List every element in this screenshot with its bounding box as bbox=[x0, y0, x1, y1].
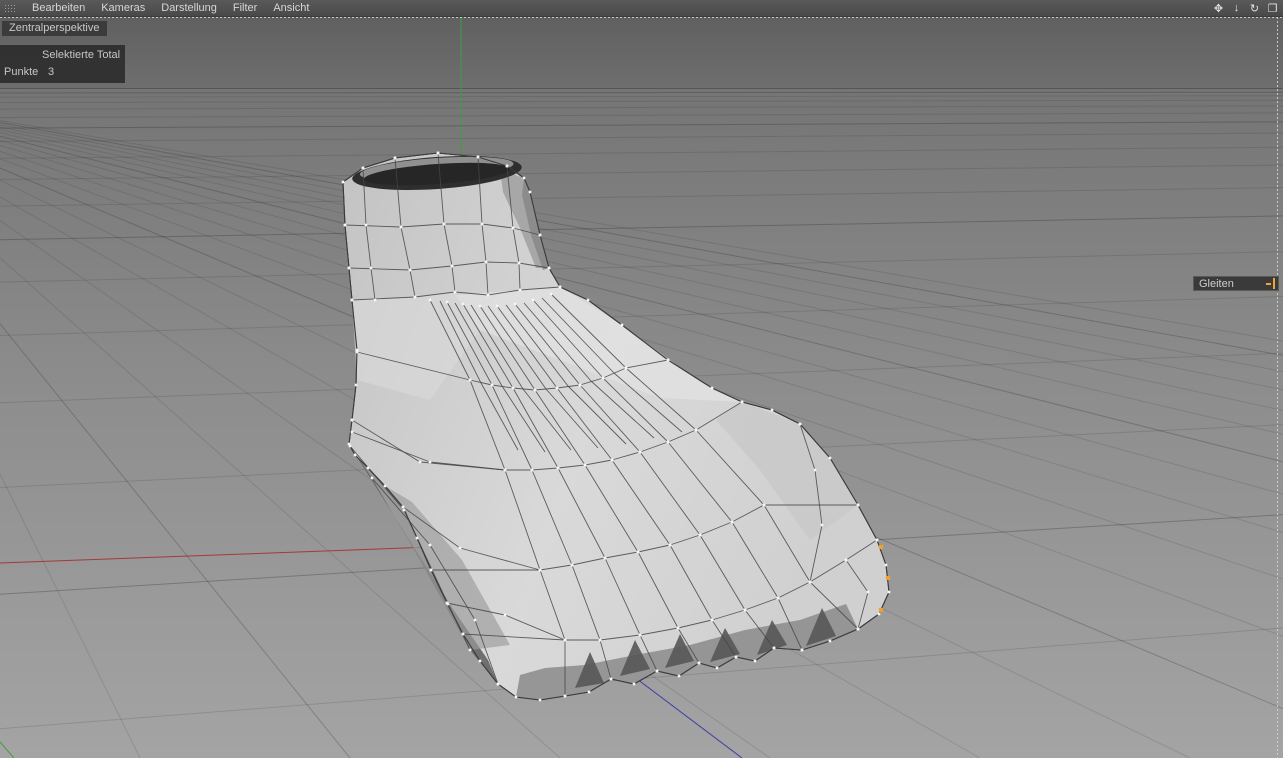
pan-view-icon[interactable]: ✥ bbox=[1211, 2, 1226, 15]
rotate-view-icon[interactable]: ↻ bbox=[1247, 2, 1262, 15]
menu-filter[interactable]: Filter bbox=[225, 1, 265, 16]
menu-darstellung[interactable]: Darstellung bbox=[153, 1, 225, 16]
menubar-grip-icon[interactable] bbox=[4, 3, 17, 13]
selection-hud-row-value: 3 bbox=[48, 66, 55, 78]
menu-bearbeiten[interactable]: Bearbeiten bbox=[24, 1, 93, 16]
tool-hint: Gleiten bbox=[1193, 276, 1279, 291]
viewport-canvas[interactable] bbox=[0, 17, 1283, 758]
application-window: Bearbeiten Kameras Darstellung Filter An… bbox=[0, 0, 1283, 758]
sky-background bbox=[0, 17, 1283, 88]
dolly-view-icon[interactable]: ↓ bbox=[1229, 2, 1244, 14]
menu-kameras[interactable]: Kameras bbox=[93, 1, 153, 16]
tool-hint-label: Gleiten bbox=[1199, 277, 1234, 290]
menu-ansicht[interactable]: Ansicht bbox=[265, 1, 317, 16]
selection-hud-row-label: Punkte bbox=[4, 66, 39, 78]
selection-hud-row: Punkte 3 bbox=[4, 66, 121, 78]
camera-label[interactable]: Zentralperspektive bbox=[2, 21, 107, 36]
viewport-3d[interactable]: Zentralperspektive Selektierte Total Pun… bbox=[0, 17, 1283, 758]
selection-hud: Selektierte Total Punkte 3 bbox=[0, 45, 125, 83]
viewport-menubar: Bearbeiten Kameras Darstellung Filter An… bbox=[0, 0, 1283, 17]
selection-hud-header: Selektierte Total bbox=[42, 49, 121, 61]
toggle-view-icon[interactable]: ❐ bbox=[1265, 2, 1280, 15]
tool-hint-cursor-icon bbox=[1264, 278, 1275, 289]
